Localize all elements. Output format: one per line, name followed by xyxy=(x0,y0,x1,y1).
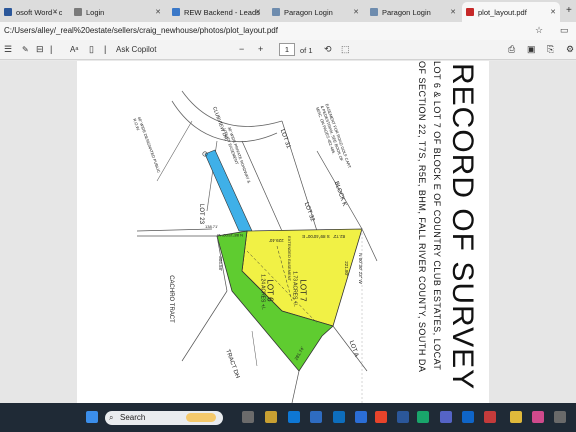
app-icon[interactable] xyxy=(484,411,496,423)
windows-start-icon[interactable] xyxy=(86,411,98,423)
tab-rew-backend[interactable]: REW Backend - Leads ✕ xyxy=(168,2,265,22)
print-icon[interactable]: ⎙ xyxy=(508,44,515,55)
tab-label: Paragon Login xyxy=(382,7,431,17)
fit-page-icon[interactable]: ⬚ xyxy=(341,44,350,55)
close-icon[interactable]: ✕ xyxy=(255,8,261,16)
pdf-page: RECORD OF SURVEY LOT 6 & LOT 7 OF BLOCK … xyxy=(77,61,489,403)
close-icon[interactable]: ✕ xyxy=(52,8,58,16)
outlook-icon[interactable] xyxy=(333,411,345,423)
extended-easement-label: EXTENDED EASEMENT xyxy=(286,236,292,281)
lot-6-acres: 1.24 ACRES +/- xyxy=(259,274,266,310)
store-icon[interactable] xyxy=(310,411,322,423)
save-icon[interactable]: ▣ xyxy=(527,44,536,55)
app-icon[interactable] xyxy=(510,411,522,423)
sidebar-icon[interactable]: ▭ xyxy=(560,25,569,36)
pdf-toolbar: ☰ ✎ ⊟ | Aᵃ ▯ | Ask Copilot − + 1 of 1 ⟲ … xyxy=(0,40,576,60)
page-total: of 1 xyxy=(300,46,313,55)
address-text[interactable]: C:/Users/alley/_real%20estate/sellers/cr… xyxy=(4,26,278,35)
tab-strip: osoft Word - consur ✕ Login ✕ REW Backen… xyxy=(0,0,576,22)
photos-icon[interactable] xyxy=(355,411,367,423)
close-icon[interactable]: ✕ xyxy=(550,8,556,16)
tab-label: Paragon Login xyxy=(284,7,333,17)
app-icon[interactable] xyxy=(532,411,544,423)
dim-bearing-top: N 88°15'00" W xyxy=(217,233,244,238)
contents-icon[interactable]: ☰ xyxy=(4,44,12,55)
teams-icon[interactable] xyxy=(440,411,452,423)
search-placeholder: Search xyxy=(120,413,146,422)
page-icon xyxy=(370,8,378,16)
dim-left: 304.58' xyxy=(217,256,223,271)
save-as-icon[interactable]: ⎘ xyxy=(547,44,554,55)
widgets-icon[interactable] xyxy=(186,413,216,422)
zoom-icon[interactable]: ⊟ xyxy=(36,44,44,55)
survey-subtitle-1: LOT 6 & LOT 7 OF BLOCK E OF COUNTRY CLUB… xyxy=(432,61,442,371)
lot-6-label: LOT 6 xyxy=(265,279,275,302)
tab-paragon-2[interactable]: Paragon Login ✕ xyxy=(366,2,460,22)
ask-copilot-button[interactable]: Ask Copilot xyxy=(116,45,156,54)
lot-7-acres: 1.73 ACRES +/- xyxy=(291,271,298,307)
separator: | xyxy=(50,44,53,54)
dim-8272: 82.72' xyxy=(333,234,346,239)
survey-subtitle-2: OF SECTION 22, T7S, R5E, BHM, FALL RIVER… xyxy=(417,61,427,373)
page-number-input[interactable]: 1 xyxy=(279,43,295,56)
dim-229: 229.40' xyxy=(269,238,284,243)
address-bar[interactable]: C:/Users/alley/_real%20estate/sellers/cr… xyxy=(0,22,576,40)
dim-3920: S 89°40'00" E xyxy=(302,234,330,239)
taskbar: ⌕ Search xyxy=(0,403,576,432)
lot-7-label: LOT 7 xyxy=(298,279,308,302)
lot-23-label: LOT 23 xyxy=(197,204,204,224)
task-view-icon[interactable] xyxy=(242,411,254,423)
tab-word[interactable]: osoft Word - consur ✕ xyxy=(0,2,62,22)
word-icon[interactable] xyxy=(397,411,409,423)
search-icon: ⌕ xyxy=(109,413,114,422)
dim-top: 138.71' xyxy=(205,224,218,229)
pdf-icon xyxy=(466,8,474,16)
survey-title: RECORD OF SURVEY xyxy=(446,63,479,391)
page-icon xyxy=(272,8,280,16)
tab-paragon-1[interactable]: Paragon Login ✕ xyxy=(268,2,363,22)
tab-plot-layout[interactable]: plot_layout.pdf ✕ xyxy=(462,2,560,22)
mail-icon[interactable] xyxy=(462,411,474,423)
settings-icon[interactable]: ⚙ xyxy=(566,44,574,55)
tab-login[interactable]: Login ✕ xyxy=(70,2,165,22)
app-icon[interactable] xyxy=(417,411,429,423)
dim-22180: 221.80' xyxy=(343,261,349,276)
word-icon xyxy=(4,8,12,16)
tab-label: plot_layout.pdf xyxy=(478,7,527,17)
close-icon[interactable]: ✕ xyxy=(450,8,456,16)
zoom-in-icon[interactable]: + xyxy=(258,44,263,54)
view-icon[interactable]: ▯ xyxy=(89,44,94,55)
tab-label: REW Backend - Leads xyxy=(184,7,260,17)
firefox-icon[interactable] xyxy=(375,411,387,423)
dim-right-bearing: N 00°30' 23" W xyxy=(357,253,363,284)
new-tab-button[interactable]: + xyxy=(566,5,572,16)
page-icon xyxy=(74,8,82,16)
road-easement xyxy=(204,149,253,232)
pdf-viewer[interactable]: RECORD OF SURVEY LOT 6 & LOT 7 OF BLOCK … xyxy=(0,61,576,403)
star-icon[interactable]: ☆ xyxy=(535,25,543,36)
globe-icon xyxy=(172,8,180,16)
zoom-out-icon[interactable]: − xyxy=(239,44,244,54)
draw-icon[interactable]: ✎ xyxy=(22,45,29,54)
tab-label: Login xyxy=(86,7,105,17)
edge-icon[interactable] xyxy=(288,411,300,423)
close-icon[interactable]: ✕ xyxy=(353,8,359,16)
rotate-icon[interactable]: ⟲ xyxy=(324,44,332,55)
read-aloud-icon[interactable]: Aᵃ xyxy=(70,45,78,54)
file-explorer-icon[interactable] xyxy=(265,411,277,423)
separator: | xyxy=(104,44,107,54)
app-icon[interactable] xyxy=(554,411,566,423)
cachro-tract-label: CACHRO TRACT xyxy=(167,275,174,323)
close-icon[interactable]: ✕ xyxy=(155,8,161,16)
